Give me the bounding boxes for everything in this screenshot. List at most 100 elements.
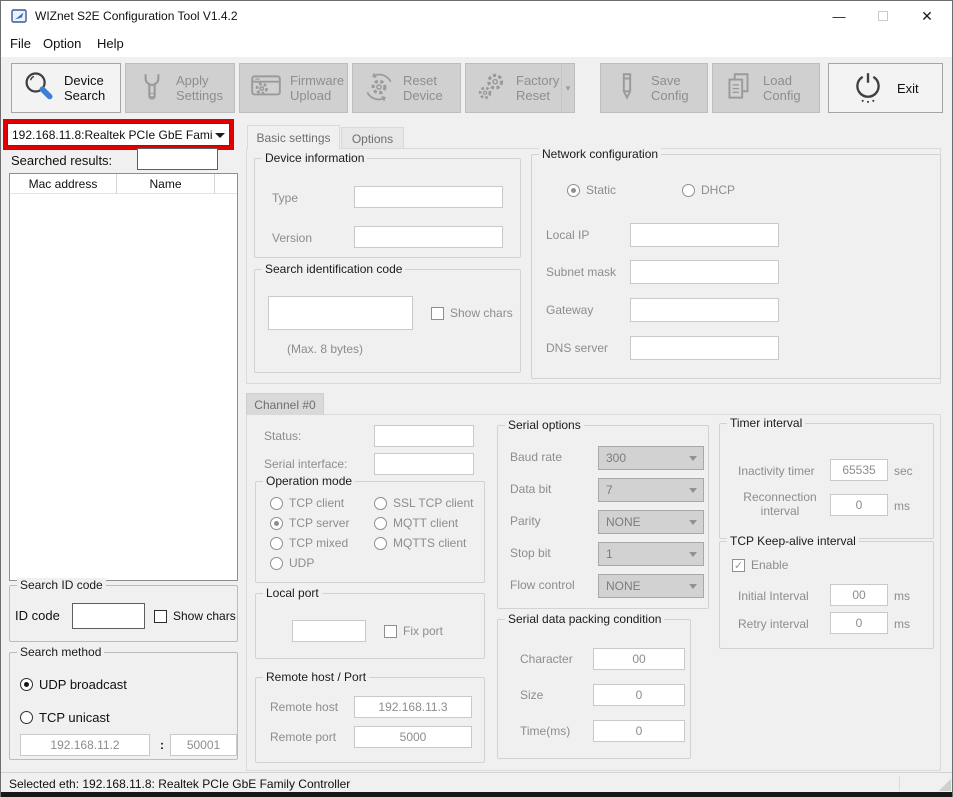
parity-select[interactable]: NONE bbox=[598, 510, 704, 534]
unicast-port-field[interactable]: 50001 bbox=[170, 734, 237, 756]
serial-interface-field[interactable] bbox=[374, 453, 474, 475]
packing-condition-title: Serial data packing condition bbox=[505, 612, 664, 626]
stop-bit-label: Stop bit bbox=[510, 546, 551, 560]
radio-tcp-client[interactable]: TCP client bbox=[270, 496, 344, 510]
retry-interval-field[interactable]: 0 bbox=[830, 612, 888, 634]
remote-host-title: Remote host / Port bbox=[263, 670, 369, 684]
apply-settings-button[interactable]: ApplySettings bbox=[125, 63, 235, 113]
close-button[interactable]: ✕ bbox=[911, 5, 943, 27]
column-header-name[interactable]: Name bbox=[117, 174, 215, 194]
data-bit-select[interactable]: 7 bbox=[598, 478, 704, 502]
factory-reset-button[interactable]: FactoryReset ▾ bbox=[465, 63, 575, 113]
menu-help[interactable]: Help bbox=[97, 36, 124, 51]
tab-basic-settings[interactable]: Basic settings bbox=[247, 125, 340, 149]
nic-select[interactable]: 192.168.11.8:Realtek PCIe GbE Family bbox=[7, 123, 230, 146]
timer-interval-group: Timer interval Inactivity timer 65535 se… bbox=[719, 423, 934, 539]
column-header-mac[interactable]: Mac address bbox=[10, 174, 117, 194]
local-port-field[interactable] bbox=[292, 620, 366, 642]
radio-icon bbox=[567, 184, 580, 197]
radio-tcp-server[interactable]: TCP server bbox=[270, 516, 349, 530]
app-window: WIZnet S2E Configuration Tool V1.4.2 — ✕… bbox=[0, 0, 953, 797]
title-bar: WIZnet S2E Configuration Tool V1.4.2 — ✕ bbox=[1, 1, 952, 31]
id-code-label: ID code bbox=[15, 608, 60, 623]
reconnection-interval-unit: ms bbox=[894, 499, 910, 513]
keepalive-enable-checkbox[interactable]: ✓ Enable bbox=[732, 558, 788, 572]
tab-channel-0[interactable]: Channel #0 bbox=[246, 393, 324, 415]
radio-icon bbox=[270, 497, 283, 510]
baud-rate-select[interactable]: 300 bbox=[598, 446, 704, 470]
searched-results-field[interactable] bbox=[137, 148, 218, 170]
radio-tcp-unicast[interactable]: TCP unicast bbox=[20, 710, 110, 725]
radio-dhcp[interactable]: DHCP bbox=[682, 183, 735, 197]
time-field[interactable]: 0 bbox=[593, 720, 685, 742]
id-code-field[interactable] bbox=[72, 603, 145, 629]
save-config-button[interactable]: SaveConfig bbox=[600, 63, 708, 113]
remote-port-field[interactable]: 5000 bbox=[354, 726, 472, 748]
subnet-mask-field[interactable] bbox=[630, 260, 779, 284]
pencil-icon bbox=[610, 70, 644, 107]
radio-udp-broadcast[interactable]: UDP broadcast bbox=[20, 677, 127, 692]
size-label: Size bbox=[520, 688, 543, 702]
unicast-ip-field[interactable]: 192.168.11.2 bbox=[20, 734, 150, 756]
remote-host-field[interactable]: 192.168.11.3 bbox=[354, 696, 472, 718]
version-field[interactable] bbox=[354, 226, 503, 248]
radio-mqtts-client[interactable]: MQTTS client bbox=[374, 536, 466, 550]
retry-interval-unit: ms bbox=[894, 617, 910, 631]
local-ip-field[interactable] bbox=[630, 223, 779, 247]
remote-host-label: Remote host bbox=[270, 700, 338, 714]
search-identification-title: Search identification code bbox=[262, 262, 405, 276]
radio-icon bbox=[270, 537, 283, 550]
fix-port-checkbox[interactable]: Fix port bbox=[384, 624, 443, 638]
flow-control-select[interactable]: NONE bbox=[598, 574, 704, 598]
resize-grip[interactable] bbox=[939, 779, 951, 791]
local-ip-label: Local IP bbox=[546, 228, 589, 242]
data-bit-label: Data bit bbox=[510, 482, 551, 496]
type-field[interactable] bbox=[354, 186, 503, 208]
minimize-button[interactable]: — bbox=[823, 5, 855, 27]
serial-interface-label: Serial interface: bbox=[264, 457, 347, 471]
documents-icon bbox=[722, 70, 756, 107]
reconnection-interval-field[interactable]: 0 bbox=[830, 494, 888, 516]
menu-option[interactable]: Option bbox=[43, 36, 81, 51]
radio-mqtt-client[interactable]: MQTT client bbox=[374, 516, 458, 530]
chevron-down-icon bbox=[215, 133, 225, 138]
searched-results-label: Searched results: bbox=[11, 153, 112, 168]
window-title: WIZnet S2E Configuration Tool V1.4.2 bbox=[35, 9, 238, 23]
menu-file[interactable]: File bbox=[10, 36, 31, 51]
serial-options-title: Serial options bbox=[505, 418, 584, 432]
device-search-button[interactable]: DeviceSearch bbox=[11, 63, 121, 113]
toolbar: DeviceSearch ApplySettings bbox=[1, 57, 952, 119]
character-field[interactable]: 00 bbox=[593, 648, 685, 670]
status-label: Status: bbox=[264, 429, 301, 443]
show-chars-checkbox[interactable]: Show chars bbox=[154, 609, 236, 623]
radio-static[interactable]: Static bbox=[567, 183, 616, 197]
tab-options[interactable]: Options bbox=[341, 127, 404, 149]
stop-bit-select[interactable]: 1 bbox=[598, 542, 704, 566]
dns-server-field[interactable] bbox=[630, 336, 779, 360]
inactivity-timer-field[interactable]: 65535 bbox=[830, 459, 888, 481]
size-field[interactable]: 0 bbox=[593, 684, 685, 706]
radio-icon bbox=[270, 517, 283, 530]
remote-port-label: Remote port bbox=[270, 730, 336, 744]
factory-reset-dropdown-arrow[interactable]: ▾ bbox=[561, 64, 574, 112]
device-table: Mac address Name bbox=[9, 173, 238, 581]
search-identification-field[interactable] bbox=[268, 296, 413, 330]
radio-ssl-tcp-client[interactable]: SSL TCP client bbox=[374, 496, 473, 510]
device-information-title: Device information bbox=[262, 151, 367, 165]
gateway-field[interactable] bbox=[630, 298, 779, 322]
keepalive-title: TCP Keep-alive interval bbox=[727, 534, 859, 548]
chevron-down-icon bbox=[689, 456, 697, 461]
status-field[interactable] bbox=[374, 425, 474, 447]
ident-show-chars-checkbox[interactable]: Show chars bbox=[431, 306, 513, 320]
load-config-button[interactable]: LoadConfig bbox=[712, 63, 820, 113]
baud-rate-label: Baud rate bbox=[510, 450, 562, 464]
initial-interval-field[interactable]: 00 bbox=[830, 584, 888, 606]
exit-button[interactable]: Exit bbox=[828, 63, 943, 113]
search-icon bbox=[21, 69, 57, 108]
radio-tcp-mixed[interactable]: TCP mixed bbox=[270, 536, 348, 550]
maximize-button[interactable] bbox=[867, 5, 899, 27]
parity-label: Parity bbox=[510, 514, 541, 528]
firmware-upload-button[interactable]: FirmwareUpload bbox=[239, 63, 348, 113]
radio-udp[interactable]: UDP bbox=[270, 556, 314, 570]
reset-device-button[interactable]: ResetDevice bbox=[352, 63, 461, 113]
